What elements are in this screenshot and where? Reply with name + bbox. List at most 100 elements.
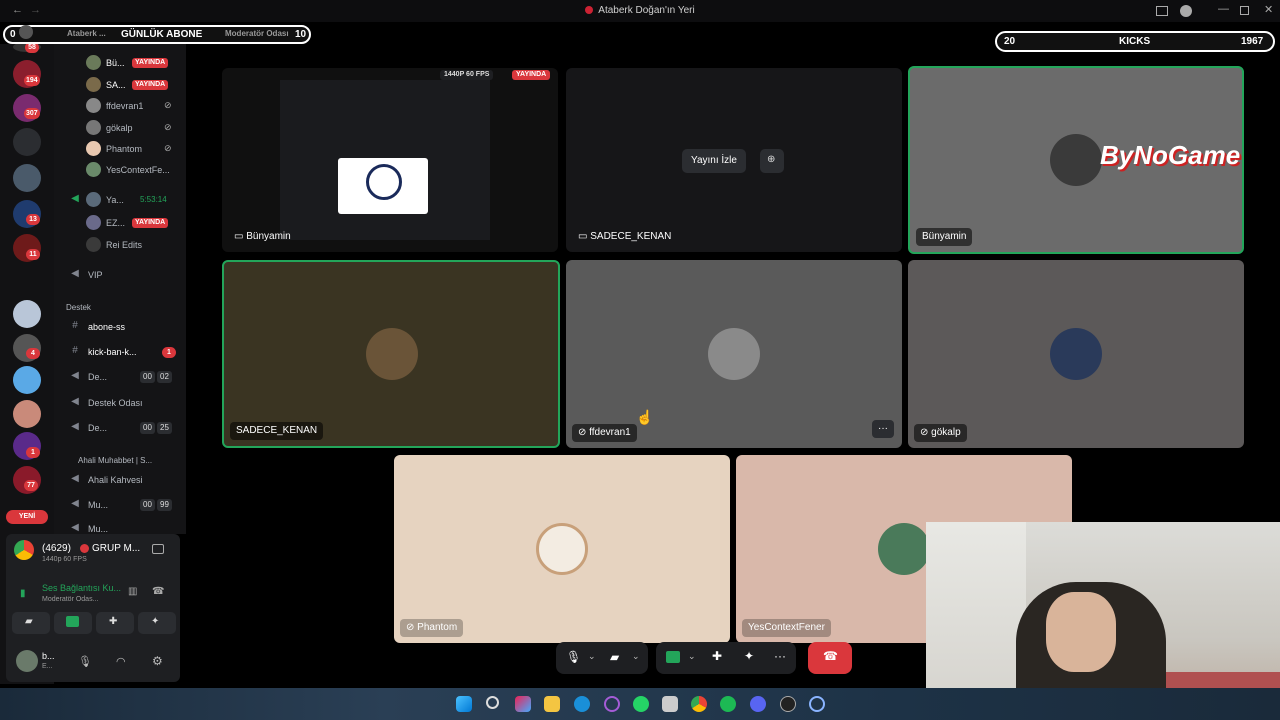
- voice-channel-mu2[interactable]: ◀ Mu...: [54, 520, 186, 534]
- screen-icon: ▭: [578, 231, 591, 242]
- copilot-icon[interactable]: [515, 696, 531, 712]
- discord-icon[interactable]: [750, 696, 766, 712]
- edge-icon[interactable]: [574, 696, 590, 712]
- inbox-icon[interactable]: [1156, 6, 1168, 16]
- screenshare-icon[interactable]: [666, 651, 680, 663]
- avatar[interactable]: [16, 650, 38, 672]
- voice-channel-ahali-kahvesi[interactable]: ◀ Ahali Kahvesi: [54, 471, 186, 489]
- voice-channel-destek-odasi[interactable]: ◀ Destek Odası: [54, 394, 186, 412]
- deafened-icon: ⊘: [164, 100, 172, 110]
- voice-channel-de2[interactable]: ◀ De... 00 25: [54, 419, 186, 437]
- voice-channel-mu1[interactable]: ◀ Mu... 00 99: [54, 496, 186, 514]
- avatar: [86, 162, 101, 177]
- activities-button[interactable]: ✚: [96, 612, 134, 634]
- popout-icon: ⊕: [767, 154, 776, 165]
- avatar: [86, 77, 101, 92]
- voice-user-row[interactable]: Phantom ⊘: [54, 140, 186, 158]
- voice-user-row[interactable]: EZ... YAYINDA: [54, 214, 186, 232]
- mention-badge: 4: [26, 348, 40, 359]
- face: [1046, 592, 1116, 672]
- stop-stream-icon[interactable]: [152, 544, 164, 554]
- mention-badge: 1: [26, 447, 40, 458]
- avatar: [708, 328, 760, 380]
- app-icon[interactable]: [604, 696, 620, 712]
- daily-subscriber-counter: 0 Ataberk ... GÜNLÜK ABONE Moderatör Oda…: [3, 25, 311, 44]
- video-tile-ffdevran1[interactable]: ⊘ ffdevran1 ···: [566, 260, 902, 448]
- search-icon[interactable]: [486, 696, 499, 709]
- microphone-icon[interactable]: 🎙︎: [566, 650, 581, 664]
- noise-suppression-icon[interactable]: ▥: [128, 586, 137, 597]
- store-icon[interactable]: [662, 696, 678, 712]
- chevron-down-icon[interactable]: ⌄: [688, 651, 696, 662]
- voice-user-row[interactable]: ffdevran1 ⊘: [54, 97, 186, 115]
- file-explorer-icon[interactable]: [544, 696, 560, 712]
- more-options-button[interactable]: ···: [774, 649, 786, 663]
- new-servers-pill[interactable]: YENİ: [6, 510, 48, 524]
- participant-name: ⊘ ffdevran1: [572, 424, 637, 442]
- stream-tile-bunyamin[interactable]: 1440P 60 FPS YAYINDA ▭ Bünyamin: [222, 68, 558, 252]
- microphone-icon[interactable]: 🎙︎: [78, 655, 92, 668]
- hourglass-icon[interactable]: [13, 128, 41, 156]
- speaker-icon: ◀: [71, 193, 79, 204]
- obs-icon[interactable]: [780, 696, 796, 712]
- windows-start-icon[interactable]: [456, 696, 472, 712]
- watch-stream-button[interactable]: Yayını İzle: [682, 149, 746, 173]
- camera-off-icon[interactable]: ▰: [610, 650, 619, 664]
- channel-list: Bü... YAYINDA SA... YAYINDA ffdevran1 ⊘ …: [54, 44, 186, 534]
- chevron-down-icon[interactable]: ⌄: [588, 651, 596, 662]
- soundboard-button[interactable]: ✦: [138, 612, 176, 634]
- voice-user-row[interactable]: gökalp ⊘: [54, 119, 186, 137]
- server-icon[interactable]: [13, 300, 41, 328]
- apps-icon[interactable]: ✚: [712, 649, 722, 663]
- voice-user-row[interactable]: SA... YAYINDA: [54, 76, 186, 94]
- video-tile-gokalp[interactable]: ⊘ gökalp: [908, 260, 1244, 448]
- disconnect-icon[interactable]: ☎: [152, 586, 164, 597]
- maximize-icon[interactable]: [1240, 6, 1249, 15]
- soundboard-icon[interactable]: ✦: [744, 649, 754, 663]
- more-options-button[interactable]: ···: [872, 420, 894, 438]
- participant-name: SADECE_KENAN: [230, 422, 324, 440]
- user-panel: (4629) GRUP M... 1440p 60 FPS ▮ Ses Bağl…: [6, 534, 180, 682]
- screenshare-button[interactable]: [54, 612, 92, 634]
- chevron-down-icon[interactable]: ⌄: [632, 651, 640, 662]
- speaker-icon: ◀: [71, 268, 79, 279]
- minimize-icon[interactable]: —: [1218, 3, 1229, 15]
- stream-logo: [338, 158, 428, 214]
- speaker-icon: ◀: [71, 522, 79, 533]
- voice-user-row[interactable]: Bü... YAYINDA: [54, 54, 186, 72]
- stream-tile-sadece-kenan[interactable]: Yayını İzle ⊕ ▭ SADECE_KENAN: [566, 68, 902, 252]
- category-ahali[interactable]: Ahali Muhabbet | S...: [54, 452, 186, 470]
- avatar: [366, 328, 418, 380]
- leave-call-button[interactable]: ☎: [808, 642, 852, 674]
- headset-icon[interactable]: ◠: [116, 655, 126, 668]
- stream-tile-bunyamin-2[interactable]: ByNoGame Bünyamin: [908, 66, 1244, 254]
- voice-channel-ya[interactable]: ◀ Ya... 5:53:14: [54, 191, 186, 209]
- participant-name: ▭ SADECE_KENAN: [578, 231, 672, 242]
- server-icon[interactable]: [13, 164, 41, 192]
- server-icon[interactable]: [13, 400, 41, 428]
- video-tile-phantom[interactable]: ⊘ Phantom: [394, 455, 730, 643]
- help-icon[interactable]: [1180, 5, 1192, 17]
- voice-channel-vip[interactable]: ◀ VIP: [54, 266, 186, 284]
- settings-gear-icon[interactable]: ⚙: [152, 654, 163, 668]
- server-icon[interactable]: [13, 366, 41, 394]
- live-dot-icon: [80, 544, 89, 553]
- video-tile-sadece-kenan[interactable]: SADECE_KENAN: [222, 260, 560, 448]
- app-icon[interactable]: [809, 696, 825, 712]
- deafened-icon: ⊘: [578, 427, 590, 438]
- camera-off-button[interactable]: ▰: [12, 612, 50, 634]
- popout-button[interactable]: ⊕: [760, 149, 784, 173]
- close-icon[interactable]: ✕: [1264, 3, 1273, 16]
- unread-badge: 1: [162, 347, 176, 358]
- speaker-icon: ◀: [71, 370, 79, 381]
- voice-user-row[interactable]: Rei Edits: [54, 236, 186, 254]
- text-channel-abone[interactable]: # abone-ss: [54, 318, 186, 336]
- whatsapp-icon[interactable]: [633, 696, 649, 712]
- muted-icon: ⊘: [406, 622, 418, 633]
- chrome-icon[interactable]: [691, 696, 707, 712]
- text-channel-kickban[interactable]: # kick-ban-k... 1: [54, 343, 186, 361]
- voice-channel-de1[interactable]: ◀ De... 00 02: [54, 368, 186, 386]
- voice-user-row[interactable]: YesContextFe...: [54, 161, 186, 179]
- category-destek[interactable]: Destek: [54, 299, 186, 317]
- spotify-icon[interactable]: [720, 696, 736, 712]
